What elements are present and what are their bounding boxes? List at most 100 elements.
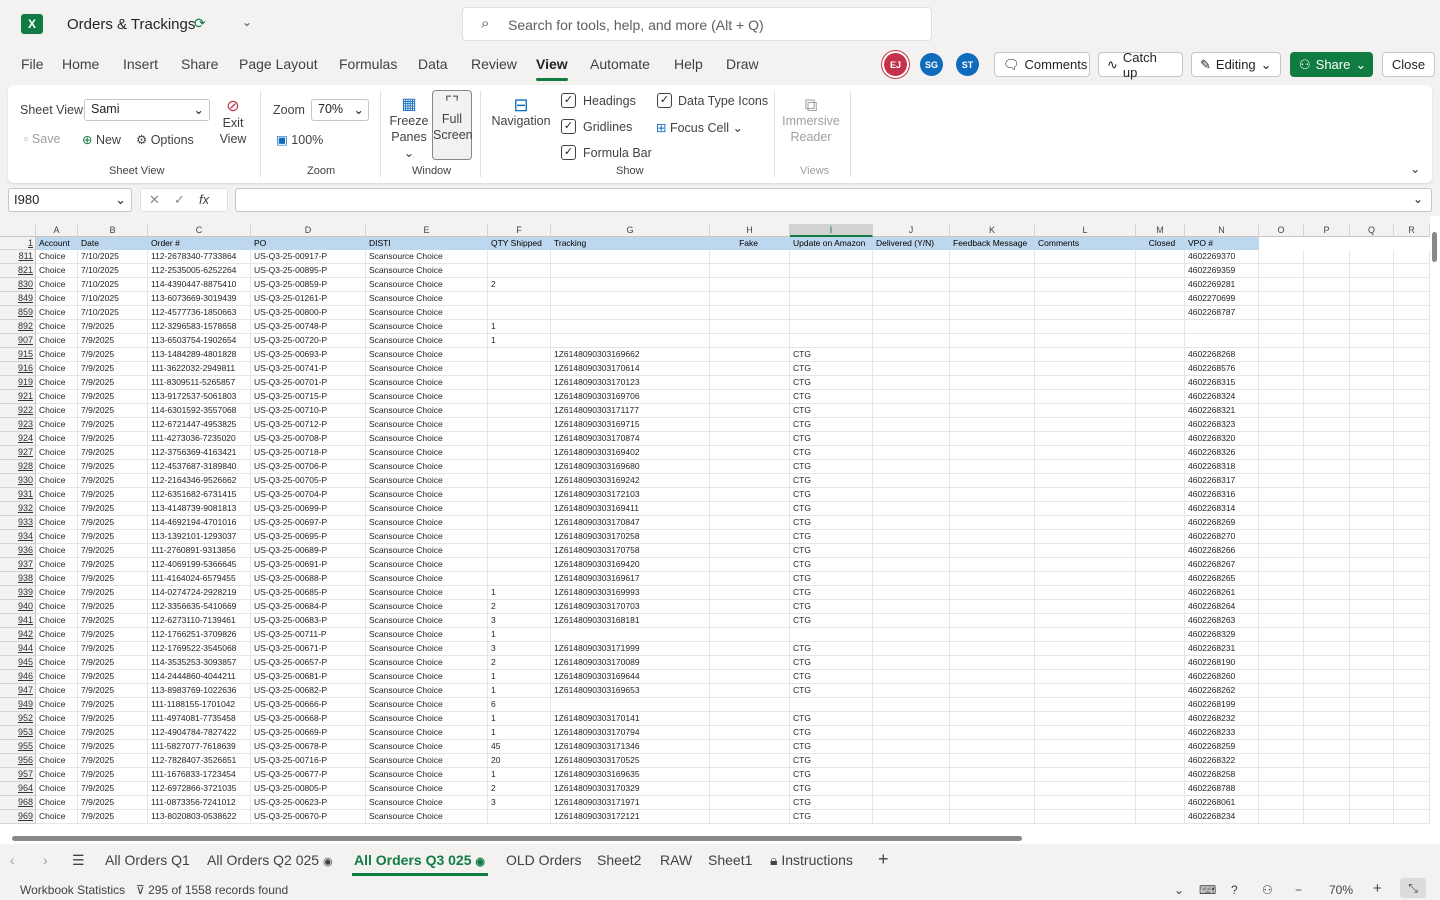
row-number[interactable]: 936 <box>0 544 36 558</box>
table-cell[interactable] <box>1350 446 1394 460</box>
table-cell[interactable] <box>1304 796 1350 810</box>
table-cell[interactable]: 4602268267 <box>1185 558 1259 572</box>
table-cell[interactable]: Choice <box>36 488 78 502</box>
row-number[interactable]: 949 <box>0 698 36 712</box>
table-cell[interactable]: US-Q3-25-00706-P <box>251 460 366 474</box>
table-cell[interactable] <box>1304 460 1350 474</box>
table-cell[interactable] <box>1035 418 1136 432</box>
table-cell[interactable] <box>950 810 1035 824</box>
table-cell[interactable] <box>1304 544 1350 558</box>
table-cell[interactable]: Scansource Choice <box>366 530 488 544</box>
table-cell[interactable]: US-Q3-25-00859-P <box>251 278 366 292</box>
table-cell[interactable] <box>1136 376 1185 390</box>
table-cell[interactable] <box>950 292 1035 306</box>
table-cell[interactable] <box>1394 768 1430 782</box>
table-cell[interactable]: US-Q3-25-00685-P <box>251 586 366 600</box>
full-screen-exit-icon[interactable]: ⤡ <box>1400 878 1426 898</box>
table-cell[interactable]: US-Q3-25-00657-P <box>251 656 366 670</box>
table-cell[interactable] <box>1394 544 1430 558</box>
row-number[interactable]: 849 <box>0 292 36 306</box>
table-cell[interactable] <box>710 670 790 684</box>
table-cell[interactable]: 7/9/2025 <box>78 418 148 432</box>
table-cell[interactable] <box>488 404 551 418</box>
table-cell[interactable] <box>1304 754 1350 768</box>
table-cell[interactable] <box>1259 334 1304 348</box>
table-cell[interactable]: US-Q3-25-00693-P <box>251 348 366 362</box>
table-cell[interactable]: US-Q3-25-00715-P <box>251 390 366 404</box>
table-cell[interactable]: 113-6503754-1902654 <box>148 334 251 348</box>
table-cell[interactable]: CTG <box>790 572 873 586</box>
table-cell[interactable]: Choice <box>36 278 78 292</box>
column-title-cell[interactable]: Update on Amazon <box>790 237 873 250</box>
table-cell[interactable] <box>710 516 790 530</box>
table-cell[interactable] <box>710 390 790 404</box>
table-cell[interactable]: US-Q3-25-00701-P <box>251 376 366 390</box>
table-cell[interactable]: 7/9/2025 <box>78 460 148 474</box>
accessibility-icon[interactable]: ⚇ <box>1262 883 1273 897</box>
cancel-icon[interactable]: ✕ <box>149 192 160 208</box>
table-cell[interactable] <box>1259 754 1304 768</box>
table-cell[interactable] <box>950 600 1035 614</box>
table-cell[interactable] <box>1304 418 1350 432</box>
table-cell[interactable] <box>1394 376 1430 390</box>
table-cell[interactable] <box>1259 712 1304 726</box>
table-cell[interactable] <box>1035 670 1136 684</box>
row-number[interactable]: 947 <box>0 684 36 698</box>
table-cell[interactable] <box>1136 390 1185 404</box>
table-cell[interactable]: 112-2678340-7733864 <box>148 250 251 264</box>
table-cell[interactable]: Scansource Choice <box>366 404 488 418</box>
table-cell[interactable]: Scansource Choice <box>366 670 488 684</box>
table-cell[interactable]: Choice <box>36 474 78 488</box>
table-cell[interactable]: 1Z6148090303170525 <box>551 754 710 768</box>
table-cell[interactable]: Scansource Choice <box>366 754 488 768</box>
table-cell[interactable] <box>873 656 950 670</box>
table-cell[interactable]: 4602268788 <box>1185 782 1259 796</box>
table-cell[interactable] <box>1304 404 1350 418</box>
table-cell[interactable] <box>950 432 1035 446</box>
table-cell[interactable]: CTG <box>790 796 873 810</box>
table-cell[interactable] <box>1394 334 1430 348</box>
table-cell[interactable]: CTG <box>790 530 873 544</box>
table-cell[interactable]: US-Q3-25-00704-P <box>251 488 366 502</box>
table-cell[interactable] <box>1136 278 1185 292</box>
table-cell[interactable] <box>873 418 950 432</box>
table-cell[interactable] <box>1350 810 1394 824</box>
table-cell[interactable]: 4602268315 <box>1185 376 1259 390</box>
table-cell[interactable]: 7/9/2025 <box>78 726 148 740</box>
table-cell[interactable] <box>1350 432 1394 446</box>
table-cell[interactable]: 112-4904784-7827422 <box>148 726 251 740</box>
column-title-cell[interactable]: VPO # <box>1185 237 1259 250</box>
table-cell[interactable] <box>1394 446 1430 460</box>
table-cell[interactable] <box>1035 782 1136 796</box>
table-cell[interactable] <box>1259 418 1304 432</box>
table-cell[interactable]: 1Z6148090303170874 <box>551 432 710 446</box>
table-cell[interactable] <box>710 572 790 586</box>
table-cell[interactable] <box>710 628 790 642</box>
table-cell[interactable]: US-Q3-25-00697-P <box>251 516 366 530</box>
table-cell[interactable] <box>873 684 950 698</box>
table-cell[interactable]: 1Z6148090303169706 <box>551 390 710 404</box>
table-cell[interactable]: CTG <box>790 362 873 376</box>
row-number[interactable]: 1 <box>0 237 36 250</box>
table-cell[interactable]: CTG <box>790 558 873 572</box>
table-cell[interactable]: 7/10/2025 <box>78 250 148 264</box>
table-cell[interactable] <box>710 544 790 558</box>
table-cell[interactable]: 4602268270 <box>1185 530 1259 544</box>
table-cell[interactable] <box>1304 698 1350 712</box>
table-cell[interactable] <box>1035 740 1136 754</box>
table-cell[interactable]: Scansource Choice <box>366 712 488 726</box>
table-cell[interactable]: 4602268322 <box>1185 754 1259 768</box>
column-title-cell[interactable]: Tracking <box>551 237 710 250</box>
table-cell[interactable]: 113-6073669-3019439 <box>148 292 251 306</box>
table-cell[interactable]: 1Z6148090303171177 <box>551 404 710 418</box>
table-cell[interactable]: 111-5827077-7618639 <box>148 740 251 754</box>
table-cell[interactable] <box>950 544 1035 558</box>
table-cell[interactable] <box>1350 614 1394 628</box>
table-cell[interactable] <box>873 558 950 572</box>
row-number[interactable]: 930 <box>0 474 36 488</box>
table-cell[interactable]: Choice <box>36 670 78 684</box>
table-cell[interactable] <box>1394 586 1430 600</box>
all-sheets-menu-icon[interactable]: ☰ <box>72 852 85 869</box>
table-cell[interactable]: Choice <box>36 264 78 278</box>
tab-page-layout[interactable]: Page Layout <box>239 56 318 72</box>
